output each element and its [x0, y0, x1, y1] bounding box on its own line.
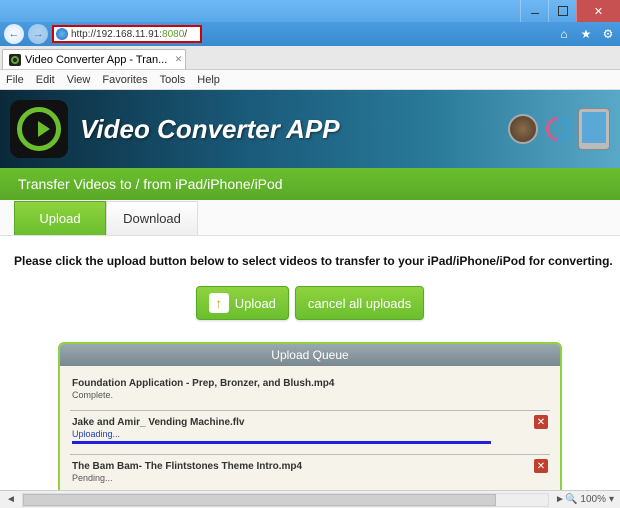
status-bar: ◄ ► 🔍 100% ▾ [0, 490, 620, 508]
queue-item: ✕ The Bam Bam- The Flintstones Theme Int… [70, 454, 550, 490]
toolbar-right: ⌂ ★ ⚙ [556, 27, 616, 41]
nav-back-button[interactable]: ← [4, 24, 24, 44]
sync-arrows-icon [541, 112, 575, 146]
scroll-left-icon[interactable]: ◄ [6, 494, 16, 505]
queue-body: Foundation Application - Prep, Bronzer, … [60, 366, 560, 490]
browser-tab[interactable]: Video Converter App - Tran... ✕ [2, 49, 186, 69]
upload-arrow-icon: ↑ [209, 293, 229, 313]
queue-item-status: Complete. [72, 390, 548, 400]
cancel-all-button[interactable]: cancel all uploads [295, 286, 424, 320]
menu-file[interactable]: File [6, 74, 24, 86]
cancel-item-icon[interactable]: ✕ [534, 459, 548, 473]
address-bar[interactable]: http://192.168.11.91:8080/ [52, 25, 202, 43]
film-reel-icon [508, 114, 538, 144]
menu-view[interactable]: View [67, 74, 91, 86]
menu-edit[interactable]: Edit [36, 74, 55, 86]
page-content: Video Converter APP Transfer Videos to /… [0, 90, 620, 490]
page-tabs: Upload Download [0, 200, 620, 236]
app-title: Video Converter APP [80, 114, 340, 145]
queue-item-name: Foundation Application - Prep, Bronzer, … [72, 378, 548, 389]
queue-item-name: The Bam Bam- The Flintstones Theme Intro… [72, 461, 548, 472]
menu-help[interactable]: Help [197, 74, 220, 86]
app-logo-icon [10, 100, 68, 158]
tab-download[interactable]: Download [106, 201, 198, 235]
queue-item-status: Uploading... [72, 429, 548, 439]
horizontal-scrollbar[interactable] [22, 493, 549, 507]
window-titlebar [0, 0, 620, 22]
zoom-dropdown-icon[interactable]: ▾ [609, 494, 614, 505]
address-bar-container: http://192.168.11.91:8080/ [52, 25, 552, 43]
tab-close-icon[interactable]: ✕ [175, 54, 183, 65]
page-subheader: Transfer Videos to / from iPad/iPhone/iP… [0, 168, 620, 200]
browser-nav-bar: ← ← http://192.168.11.91:8080/ ⌂ ★ ⚙ [0, 22, 620, 46]
tab-title: Video Converter App - Tran... [25, 54, 167, 66]
zoom-level: 100% [580, 494, 606, 505]
queue-item-status: Pending... [72, 473, 548, 483]
queue-item: ✕ Jake and Amir_ Vending Machine.flv Upl… [70, 410, 550, 454]
scroll-right-icon[interactable]: ► [555, 494, 565, 505]
window-maximize-button[interactable] [548, 0, 576, 22]
app-banner: Video Converter APP [0, 90, 620, 168]
zoom-icon: 🔍 [565, 494, 577, 505]
subheader-text: Transfer Videos to / from iPad/iPhone/iP… [18, 176, 283, 192]
menu-tools[interactable]: Tools [160, 74, 186, 86]
ipad-icon [578, 108, 610, 150]
upload-button[interactable]: ↑ Upload [196, 286, 289, 320]
queue-item-name: Jake and Amir_ Vending Machine.flv [72, 417, 548, 428]
window-minimize-button[interactable] [520, 0, 548, 22]
action-buttons: ↑ Upload cancel all uploads [14, 286, 606, 320]
ie-favicon-icon [56, 28, 68, 40]
menu-favorites[interactable]: Favorites [102, 74, 147, 86]
scrollbar-thumb[interactable] [23, 494, 496, 506]
browser-menu-bar: File Edit View Favorites Tools Help [0, 70, 620, 90]
favorites-icon[interactable]: ★ [578, 27, 594, 41]
tools-icon[interactable]: ⚙ [600, 27, 616, 41]
upload-button-label: Upload [235, 296, 276, 311]
banner-graphics [508, 108, 610, 150]
url-text: http://192.168.11.91:8080/ [71, 29, 187, 40]
cancel-item-icon[interactable]: ✕ [534, 415, 548, 429]
upload-progress-bar [72, 441, 491, 444]
nav-forward-button[interactable]: ← [28, 24, 48, 44]
queue-item: Foundation Application - Prep, Bronzer, … [70, 372, 550, 410]
upload-queue-panel: Upload Queue Foundation Application - Pr… [58, 342, 562, 490]
queue-header: Upload Queue [60, 344, 560, 366]
home-icon[interactable]: ⌂ [556, 27, 572, 41]
browser-tab-strip: Video Converter App - Tran... ✕ [0, 46, 620, 70]
tab-favicon-icon [9, 54, 21, 66]
tab-upload[interactable]: Upload [14, 201, 106, 235]
zoom-control[interactable]: 🔍 100% ▾ [565, 494, 614, 505]
instruction-text: Please click the upload button below to … [14, 254, 606, 268]
window-close-button[interactable] [576, 0, 620, 22]
main-content: Please click the upload button below to … [0, 236, 620, 490]
